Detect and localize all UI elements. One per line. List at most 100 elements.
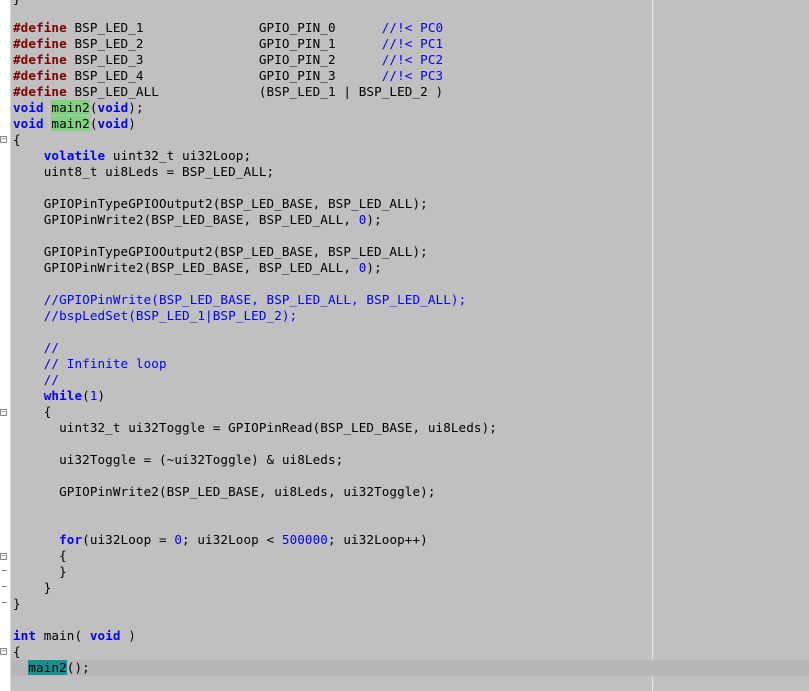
code-text: GPIOPinWrite2(BSP_LED_BASE, ui8Leds, ui3… — [13, 484, 436, 499]
code-line[interactable]: GPIOPinWrite2(BSP_LED_BASE, BSP_LED_ALL,… — [13, 260, 382, 276]
identifier-highlight[interactable]: main2 — [51, 116, 90, 131]
code-text: } — [13, 0, 21, 6]
code-line[interactable]: GPIOPinWrite2(BSP_LED_BASE, ui8Leds, ui3… — [13, 484, 436, 500]
code-text: (); — [66, 660, 90, 675]
code-text: { — [13, 644, 21, 659]
fold-toggle-icon[interactable]: − — [0, 648, 7, 655]
code-text: BSP_LED_1 GPIO_PIN_0 — [66, 20, 382, 35]
preprocessor-directive: #define — [13, 36, 67, 51]
code-line-current[interactable]: main2(); — [13, 660, 90, 676]
code-line[interactable]: // Infinite loop — [13, 356, 167, 372]
fold-toggle-icon[interactable]: − — [0, 409, 7, 416]
identifier-highlight[interactable]: main2 — [51, 100, 90, 115]
code-text: GPIOPinTypeGPIOOutput2(BSP_LED_BASE, BSP… — [13, 244, 428, 259]
code-line[interactable]: ui32Toggle = (~ui32Toggle) & ui8Leds; — [13, 452, 343, 468]
number-literal: 500000 — [281, 532, 328, 547]
preprocessor-directive: #define — [13, 68, 67, 83]
code-text: BSP_LED_3 GPIO_PIN_2 — [66, 52, 382, 67]
code-text: } — [13, 564, 67, 579]
code-text: ui32Toggle = (~ui32Toggle) & ui8Leds; — [13, 452, 344, 467]
fold-end-marker-icon — [2, 586, 7, 587]
code-line[interactable]: while(1) — [13, 388, 105, 404]
code-line[interactable]: int main( void ) — [13, 628, 136, 644]
code-line[interactable]: #define BSP_LED_4 GPIO_PIN_3 //!< PC3 — [13, 68, 443, 84]
code-line[interactable]: { — [13, 132, 21, 148]
code-line[interactable]: { — [13, 548, 67, 564]
code-line[interactable]: GPIOPinWrite2(BSP_LED_BASE, BSP_LED_ALL,… — [13, 212, 382, 228]
comment: // — [43, 340, 60, 355]
code-text: ( — [89, 116, 98, 131]
code-line[interactable]: } — [13, 580, 52, 596]
code-line[interactable]: #define BSP_LED_1 GPIO_PIN_0 //!< PC0 — [13, 20, 443, 36]
keyword: for — [59, 532, 83, 547]
code-text: ) — [128, 116, 136, 131]
code-text: ( — [82, 388, 90, 403]
code-line[interactable]: // — [13, 340, 59, 356]
code-line[interactable]: void main2(void); — [13, 100, 144, 116]
keyword: void — [13, 100, 44, 115]
code-line[interactable]: //GPIOPinWrite(BSP_LED_BASE, BSP_LED_ALL… — [13, 292, 466, 308]
code-line[interactable]: #define BSP_LED_2 GPIO_PIN_1 //!< PC1 — [13, 36, 443, 52]
code-line[interactable]: // — [13, 372, 59, 388]
code-line[interactable]: #define BSP_LED_3 GPIO_PIN_2 //!< PC2 — [13, 52, 443, 68]
code-text: main( — [36, 628, 90, 643]
code-text: } — [13, 596, 21, 611]
keyword: while — [43, 388, 83, 403]
keyword: int — [13, 628, 37, 643]
preprocessor-directive: #define — [13, 20, 67, 35]
code-text: ); — [366, 260, 382, 275]
code-text: ); — [366, 212, 382, 227]
code-text: ) — [120, 628, 136, 643]
code-line[interactable]: { — [13, 404, 52, 420]
code-line[interactable]: volatile uint32_t ui32Loop; — [13, 148, 251, 164]
code-text: } — [13, 580, 52, 595]
code-text: { — [13, 132, 21, 147]
keyword: void — [89, 628, 121, 643]
code-text: ) — [97, 388, 106, 403]
code-text: uint32_t ui32Toggle = GPIOPinRead(BSP_LE… — [13, 420, 497, 435]
code-line[interactable]: GPIOPinTypeGPIOOutput2(BSP_LED_BASE, BSP… — [13, 196, 428, 212]
code-line[interactable]: //bspLedSet(BSP_LED_1|BSP_LED_2); — [13, 308, 297, 324]
code-text: ); — [128, 100, 144, 115]
code-line[interactable]: } — [13, 0, 21, 7]
comment: //!< PC3 — [381, 68, 444, 83]
fold-toggle-icon[interactable]: − — [0, 553, 7, 560]
preprocessor-directive: #define — [13, 52, 67, 67]
fold-end-marker-icon — [2, 602, 7, 603]
code-line[interactable]: } — [13, 596, 21, 612]
code-text: GPIOPinTypeGPIOOutput2(BSP_LED_BASE, BSP… — [13, 196, 428, 211]
code-text: BSP_LED_2 GPIO_PIN_1 — [66, 36, 382, 51]
code-line[interactable]: uint32_t ui32Toggle = GPIOPinRead(BSP_LE… — [13, 420, 497, 436]
code-text: (ui32Loop = — [82, 532, 175, 547]
code-text: GPIOPinWrite2(BSP_LED_BASE, BSP_LED_ALL, — [13, 260, 359, 275]
number-literal: 0 — [174, 532, 183, 547]
code-text: uint8_t ui8Leds = BSP_LED_ALL; — [13, 164, 275, 179]
code-text: GPIOPinWrite2(BSP_LED_BASE, BSP_LED_ALL, — [13, 212, 359, 227]
code-line[interactable]: for(ui32Loop = 0; ui32Loop < 500000; ui3… — [13, 532, 428, 548]
code-line[interactable]: void main2(void) — [13, 116, 136, 132]
fold-toggle-icon[interactable]: − — [0, 136, 7, 143]
comment: //!< PC1 — [381, 36, 444, 51]
code-text: { — [13, 404, 52, 419]
fold-gutter[interactable] — [0, 0, 11, 691]
comment: // Infinite loop — [43, 356, 167, 371]
code-line[interactable]: #define BSP_LED_ALL (BSP_LED_1 | BSP_LED… — [13, 84, 443, 100]
code-line[interactable]: GPIOPinTypeGPIOOutput2(BSP_LED_BASE, BSP… — [13, 244, 428, 260]
right-margin-guide — [652, 0, 653, 691]
code-line[interactable]: } — [13, 564, 67, 580]
code-text: BSP_LED_ALL (BSP_LED_1 | BSP_LED_2 ) — [66, 84, 444, 99]
keyword: void — [97, 100, 129, 115]
identifier-highlight[interactable]: main2 — [28, 660, 67, 675]
code-line[interactable]: { — [13, 644, 21, 660]
code-line[interactable]: uint8_t ui8Leds = BSP_LED_ALL; — [13, 164, 274, 180]
code-text: { — [13, 548, 67, 563]
